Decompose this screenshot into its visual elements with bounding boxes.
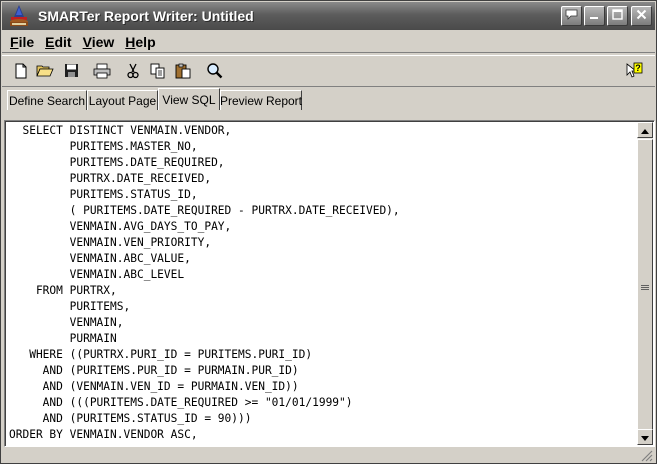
resize-grip-icon[interactable]	[641, 450, 653, 462]
menu-help[interactable]: Help	[121, 34, 159, 50]
scroll-up-button[interactable]	[637, 122, 653, 138]
title-bar[interactable]: SMARTer Report Writer: Untitled	[2, 2, 655, 30]
scroll-down-button[interactable]	[637, 429, 653, 445]
sql-line: AND (((PURITEMS.DATE_REQUIRED >= "01/01/…	[9, 396, 353, 409]
sql-statement[interactable]: SELECT DISTINCT VENMAIN.VENDOR, PURITEMS…	[9, 123, 400, 443]
zoom-search-icon	[206, 62, 223, 82]
tab-define-search[interactable]: Define Search	[7, 90, 87, 110]
tab-bar: Define Search Layout Page View SQL Previ…	[2, 88, 655, 110]
window-title: SMARTer Report Writer: Untitled	[38, 8, 254, 24]
sql-line: VENMAIN.VEN_PRIORITY,	[9, 236, 212, 249]
new-document-icon	[14, 63, 28, 82]
sql-line: VENMAIN.ABC_LEVEL	[9, 268, 185, 281]
cut-button[interactable]	[122, 61, 144, 83]
app-window: SMARTer Report Writer: Untitled File Edi…	[0, 0, 657, 464]
context-help-button[interactable]: ?	[623, 61, 645, 83]
sql-line: AND (VENMAIN.VEN_ID = PURMAIN.VEN_ID))	[9, 380, 299, 393]
sql-line: PURTRX.DATE_RECEIVED,	[9, 172, 212, 185]
grip-lines-icon	[641, 280, 649, 294]
print-icon	[93, 63, 111, 82]
minimize-button[interactable]	[584, 6, 605, 26]
tab-layout-page[interactable]: Layout Page	[87, 90, 158, 110]
sql-line: AND (PURITEMS.STATUS_ID = 90)))	[9, 412, 252, 425]
close-button[interactable]	[631, 6, 652, 26]
sql-line: ORDER BY VENMAIN.VENDOR ASC,	[9, 428, 198, 441]
speech-bubble-icon	[565, 9, 578, 23]
open-button[interactable]	[34, 61, 56, 83]
sql-line: SELECT DISTINCT VENMAIN.VENDOR,	[9, 124, 232, 137]
arrow-down-icon	[641, 430, 649, 444]
title-help-button[interactable]	[561, 6, 582, 26]
sql-line: PURMAIN	[9, 332, 117, 345]
scroll-thumb[interactable]	[637, 139, 653, 434]
copy-icon	[150, 63, 166, 82]
sql-line: FROM PURTRX,	[9, 284, 117, 297]
sql-line: PURITEMS.MASTER_NO,	[9, 140, 198, 153]
menu-bar: File Edit View Help	[2, 31, 655, 53]
toolbar: ?	[2, 55, 655, 87]
menu-file[interactable]: File	[6, 34, 38, 50]
sql-line: VENMAIN.ABC_VALUE,	[9, 252, 191, 265]
menu-view[interactable]: View	[79, 34, 119, 50]
sql-line: AND (PURITEMS.PUR_ID = PURMAIN.PUR_ID)	[9, 364, 299, 377]
minimize-icon	[589, 9, 600, 23]
paste-button[interactable]	[172, 61, 194, 83]
new-button[interactable]	[10, 61, 32, 83]
open-folder-icon	[36, 63, 54, 81]
status-bar	[2, 448, 655, 463]
maximize-button[interactable]	[607, 6, 628, 26]
paste-icon	[175, 63, 191, 82]
copy-button[interactable]	[147, 61, 169, 83]
sql-line: WHERE ((PURTRX.PURI_ID = PURITEMS.PURI_I…	[9, 348, 313, 361]
sql-text-area[interactable]: SELECT DISTINCT VENMAIN.VENDOR, PURITEMS…	[4, 120, 655, 447]
sql-line: PURITEMS,	[9, 300, 131, 313]
app-wizard-icon[interactable]	[7, 5, 31, 27]
arrow-up-icon	[641, 123, 649, 137]
context-help-icon: ?	[625, 62, 643, 82]
save-disk-icon	[64, 63, 79, 81]
sql-line: VENMAIN,	[9, 316, 124, 329]
zoom-button[interactable]	[203, 61, 225, 83]
sql-line: ( PURITEMS.DATE_REQUIRED - PURTRX.DATE_R…	[9, 204, 400, 217]
close-icon	[636, 9, 647, 23]
sql-line: PURITEMS.STATUS_ID,	[9, 188, 198, 201]
cut-icon	[126, 63, 140, 82]
svg-text:?: ?	[635, 63, 641, 73]
print-button[interactable]	[91, 61, 113, 83]
tab-preview-report[interactable]: Preview Report	[220, 90, 302, 110]
save-button[interactable]	[60, 61, 82, 83]
sql-line: VENMAIN.AVG_DAYS_TO_PAY,	[9, 220, 232, 233]
menu-edit[interactable]: Edit	[41, 34, 75, 50]
tab-view-sql[interactable]: View SQL	[158, 88, 220, 110]
vertical-scrollbar[interactable]	[637, 122, 653, 445]
sql-line: PURITEMS.DATE_REQUIRED,	[9, 156, 225, 169]
maximize-icon	[612, 9, 623, 23]
